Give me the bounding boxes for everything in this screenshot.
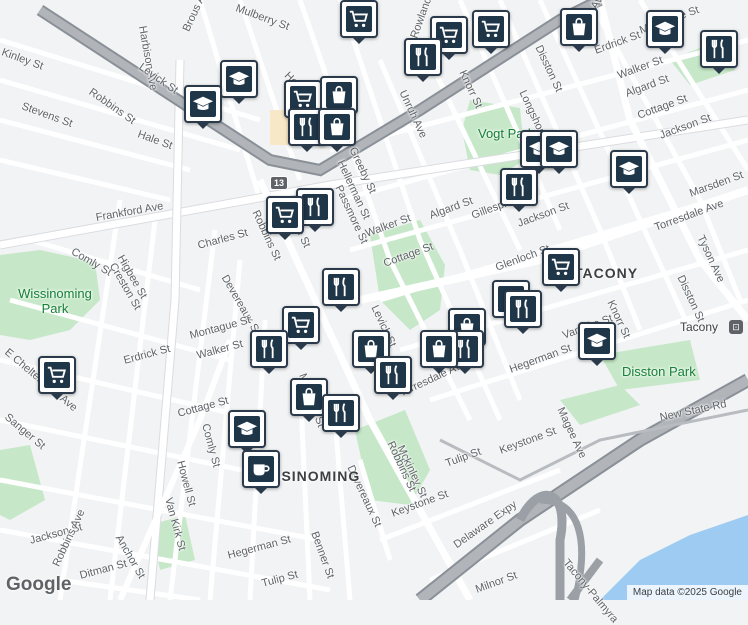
utensils-icon bbox=[328, 400, 354, 426]
shopping-bag-icon bbox=[566, 14, 592, 40]
utensils-icon bbox=[506, 174, 532, 200]
graduation-cap-icon bbox=[546, 136, 572, 162]
shopping-bag-icon bbox=[426, 336, 452, 362]
coffee-cup-marker[interactable] bbox=[242, 450, 280, 494]
utensils-icon bbox=[328, 274, 354, 300]
shopping-cart-marker[interactable] bbox=[38, 356, 76, 400]
graduation-cap-marker[interactable] bbox=[578, 322, 616, 366]
graduation-cap-marker[interactable] bbox=[646, 10, 684, 54]
shopping-cart-marker[interactable] bbox=[340, 0, 378, 44]
shopping-cart-icon bbox=[346, 6, 372, 32]
utensils-marker[interactable] bbox=[374, 356, 412, 400]
shopping-bag-marker[interactable] bbox=[420, 330, 458, 374]
utensils-marker[interactable] bbox=[250, 330, 288, 374]
shopping-bag-marker[interactable] bbox=[318, 108, 356, 152]
graduation-cap-marker[interactable] bbox=[610, 150, 648, 194]
utensils-icon bbox=[294, 114, 320, 140]
shopping-cart-icon bbox=[548, 254, 574, 280]
graduation-cap-icon bbox=[616, 156, 642, 182]
utensils-marker[interactable] bbox=[700, 30, 738, 74]
shopping-cart-marker[interactable] bbox=[472, 10, 510, 54]
utensils-icon bbox=[256, 336, 282, 362]
shopping-cart-icon bbox=[272, 202, 298, 228]
map-attribution[interactable]: Map data ©2025 Google bbox=[626, 585, 748, 600]
utensils-marker[interactable] bbox=[322, 268, 360, 312]
coffee-cup-icon bbox=[248, 456, 274, 482]
area-label-tacony: TACONY bbox=[574, 265, 639, 281]
park-label-wissinoming: Wissinoming Park bbox=[18, 286, 92, 316]
utensils-icon bbox=[380, 362, 406, 388]
shopping-bag-icon bbox=[326, 82, 352, 108]
park-label-disston: Disston Park bbox=[622, 364, 696, 379]
utensils-marker[interactable] bbox=[500, 168, 538, 212]
graduation-cap-marker[interactable] bbox=[220, 60, 258, 104]
graduation-cap-marker[interactable] bbox=[184, 85, 222, 129]
utensils-icon bbox=[302, 194, 328, 220]
shopping-cart-icon bbox=[288, 312, 314, 338]
shopping-cart-icon bbox=[478, 16, 504, 42]
shopping-cart-marker[interactable] bbox=[266, 196, 304, 240]
graduation-cap-icon bbox=[584, 328, 610, 354]
highway-shield-13: 13 bbox=[270, 176, 289, 190]
graduation-cap-marker[interactable] bbox=[228, 410, 266, 454]
utensils-marker[interactable] bbox=[504, 290, 542, 334]
graduation-cap-icon bbox=[652, 16, 678, 42]
train-station-icon[interactable]: ⊡ bbox=[729, 320, 743, 334]
utensils-icon bbox=[706, 36, 732, 62]
utensils-icon bbox=[410, 44, 436, 70]
graduation-cap-icon bbox=[226, 66, 252, 92]
shopping-cart-icon bbox=[44, 362, 70, 388]
shopping-bag-marker[interactable] bbox=[560, 8, 598, 52]
graduation-cap-icon bbox=[190, 91, 216, 117]
shopping-bag-icon bbox=[296, 384, 322, 410]
google-logo: Google bbox=[6, 574, 72, 595]
graduation-cap-marker[interactable] bbox=[540, 130, 578, 174]
utensils-icon bbox=[510, 296, 536, 322]
utensils-marker[interactable] bbox=[322, 394, 360, 438]
map-canvas[interactable] bbox=[0, 0, 748, 600]
graduation-cap-icon bbox=[234, 416, 260, 442]
shopping-bag-icon bbox=[324, 114, 350, 140]
utensils-marker[interactable] bbox=[404, 38, 442, 82]
shopping-cart-marker[interactable] bbox=[542, 248, 580, 292]
